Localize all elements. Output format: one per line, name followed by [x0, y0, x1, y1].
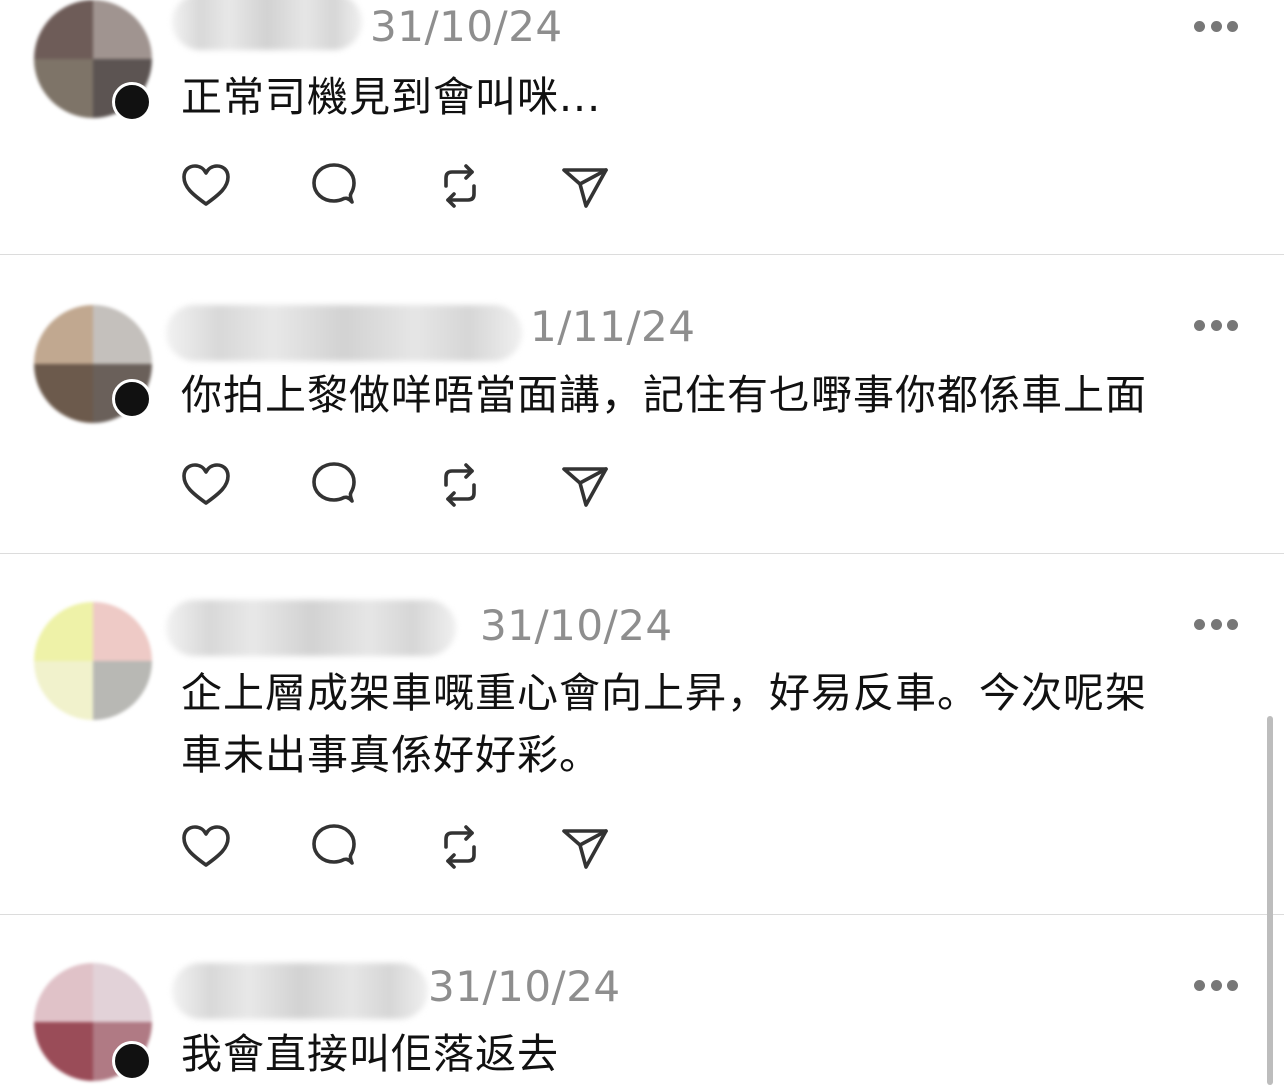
more-icon[interactable]: [1194, 979, 1238, 991]
heart-icon[interactable]: [178, 457, 234, 513]
post-2: 1/11/24 你拍上黎做咩唔當面講，記住有乜嘢事你都係車上面: [0, 255, 1284, 553]
post-3: 31/10/24 企上層成架車嘅重心會向上昇，好易反車。今次呢架 車未出事真係好…: [0, 554, 1284, 914]
avatar-tile: [34, 602, 93, 661]
heart-icon[interactable]: [178, 819, 234, 875]
avatar-tile: [34, 364, 93, 423]
follow-badge[interactable]: [112, 82, 152, 122]
post-date: 31/10/24: [428, 962, 621, 1011]
send-icon[interactable]: [558, 819, 614, 875]
username[interactable]: [166, 305, 522, 361]
more-icon[interactable]: [1194, 20, 1238, 32]
username[interactable]: [172, 963, 428, 1019]
post-text: 正常司機見到會叫咪...: [181, 73, 602, 121]
heart-icon[interactable]: [178, 158, 234, 214]
post-1: 31/10/24 正常司機見到會叫咪...: [0, 0, 1284, 254]
avatar-tile: [93, 602, 152, 661]
post-text: 企上層成架車嘅重心會向上昇，好易反車。今次呢架 車未出事真係好好彩。: [181, 669, 1147, 779]
avatar-tile: [34, 1022, 93, 1081]
avatar[interactable]: [34, 602, 152, 720]
repost-icon[interactable]: [432, 158, 488, 214]
avatar-tile: [34, 59, 93, 118]
post-text: 你拍上黎做咩唔當面講，記住有乜嘢事你都係車上面: [181, 371, 1147, 419]
comment-icon[interactable]: [306, 158, 362, 214]
username[interactable]: [166, 600, 456, 656]
avatar-tile: [34, 305, 93, 364]
comment-icon[interactable]: [306, 819, 362, 875]
avatar-tile: [93, 305, 152, 364]
action-bar: [178, 457, 618, 513]
username[interactable]: [172, 0, 362, 50]
more-icon[interactable]: [1194, 319, 1238, 331]
avatar-tile: [93, 963, 152, 1022]
action-bar: [178, 819, 618, 875]
post-date: 31/10/24: [370, 2, 563, 51]
post-4: 31/10/24 我會直接叫佢落返去: [0, 915, 1284, 1085]
post-date: 1/11/24: [530, 302, 696, 351]
repost-icon[interactable]: [432, 819, 488, 875]
action-bar: [178, 158, 618, 214]
repost-icon[interactable]: [432, 457, 488, 513]
send-icon[interactable]: [558, 457, 614, 513]
avatar-tile: [34, 0, 93, 59]
follow-badge[interactable]: [112, 379, 152, 419]
send-icon[interactable]: [558, 158, 614, 214]
avatar-tile: [93, 661, 152, 720]
avatar-tile: [93, 0, 152, 59]
comment-icon[interactable]: [306, 457, 362, 513]
post-date: 31/10/24: [480, 601, 673, 650]
avatar-tile: [34, 963, 93, 1022]
more-icon[interactable]: [1194, 618, 1238, 630]
scrollbar[interactable]: [1267, 716, 1273, 1085]
follow-badge[interactable]: [112, 1041, 152, 1081]
post-text: 我會直接叫佢落返去: [181, 1030, 559, 1078]
avatar-tile: [34, 661, 93, 720]
